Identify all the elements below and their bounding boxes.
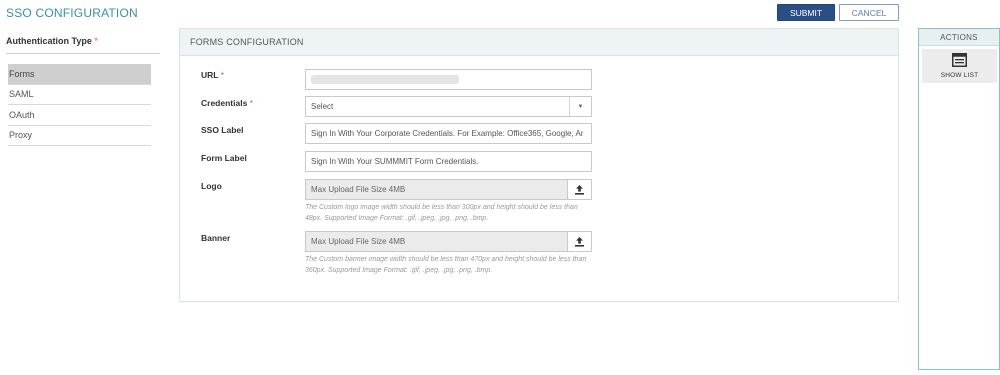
- credentials-select[interactable]: Select ▼: [305, 96, 592, 117]
- url-redacted-value: [311, 75, 459, 84]
- upload-icon[interactable]: [567, 180, 591, 199]
- auth-item-proxy[interactable]: Proxy: [8, 126, 151, 146]
- banner-hint: The Custom banner image width should be …: [305, 256, 587, 274]
- url-label-text: URL: [201, 70, 219, 80]
- required-mark: *: [220, 70, 225, 80]
- logo-hint: The Custom logo image width should be le…: [305, 204, 578, 222]
- logo-label: Logo: [201, 181, 222, 191]
- banner-file-input[interactable]: Max Upload File Size 4MB: [305, 231, 592, 252]
- logo-file-input[interactable]: Max Upload File Size 4MB: [305, 179, 592, 200]
- banner-file-placeholder: Max Upload File Size 4MB: [311, 237, 406, 246]
- form-label-input[interactable]: Sign In With Your SUMMMIT Form Credentia…: [305, 151, 592, 172]
- auth-item-forms[interactable]: Forms: [8, 64, 151, 85]
- required-mark: *: [249, 98, 253, 108]
- caret-down-icon[interactable]: ▼: [569, 97, 591, 116]
- auth-item-saml[interactable]: SAML: [8, 85, 151, 105]
- list-icon: [952, 53, 967, 69]
- credentials-selected-value: Select: [311, 102, 334, 111]
- actions-header: ACTIONS: [919, 29, 999, 46]
- credentials-label-text: Credentials: [201, 98, 248, 108]
- upload-icon[interactable]: [567, 232, 591, 251]
- authentication-type-label: Authentication Type: [6, 36, 92, 46]
- banner-label: Banner: [201, 233, 231, 243]
- cancel-button[interactable]: CANCEL: [839, 4, 899, 21]
- sso-label-value: Sign In With Your Corporate Credentials.…: [311, 129, 584, 138]
- url-label: URL *: [201, 70, 224, 80]
- show-list-button[interactable]: SHOW LIST: [922, 49, 997, 83]
- logo-file-placeholder: Max Upload File Size 4MB: [311, 185, 406, 194]
- auth-item-oauth[interactable]: OAuth: [8, 105, 151, 126]
- required-mark: *: [94, 36, 98, 46]
- url-input[interactable]: [305, 69, 592, 90]
- credentials-label: Credentials *: [201, 98, 253, 108]
- sso-label-input[interactable]: Sign In With Your Corporate Credentials.…: [305, 123, 592, 144]
- sso-label-label: SSO Label: [201, 125, 244, 135]
- authentication-type-list: Forms SAML OAuth Proxy: [8, 64, 151, 146]
- auth-divider: [6, 53, 160, 54]
- actions-panel: ACTIONS SHOW LIST: [918, 28, 1000, 370]
- forms-configuration-panel: FORMS CONFIGURATION URL * Credentials * …: [179, 28, 899, 302]
- show-list-label: SHOW LIST: [940, 72, 979, 79]
- forms-configuration-header: FORMS CONFIGURATION: [180, 29, 898, 56]
- form-label-label: Form Label: [201, 153, 247, 163]
- submit-button[interactable]: SUBMIT: [777, 4, 835, 21]
- authentication-type-heading: Authentication Type *: [6, 36, 98, 46]
- form-label-value: Sign In With Your SUMMMIT Form Credentia…: [311, 157, 479, 166]
- page-title: SSO CONFIGURATION: [6, 6, 138, 20]
